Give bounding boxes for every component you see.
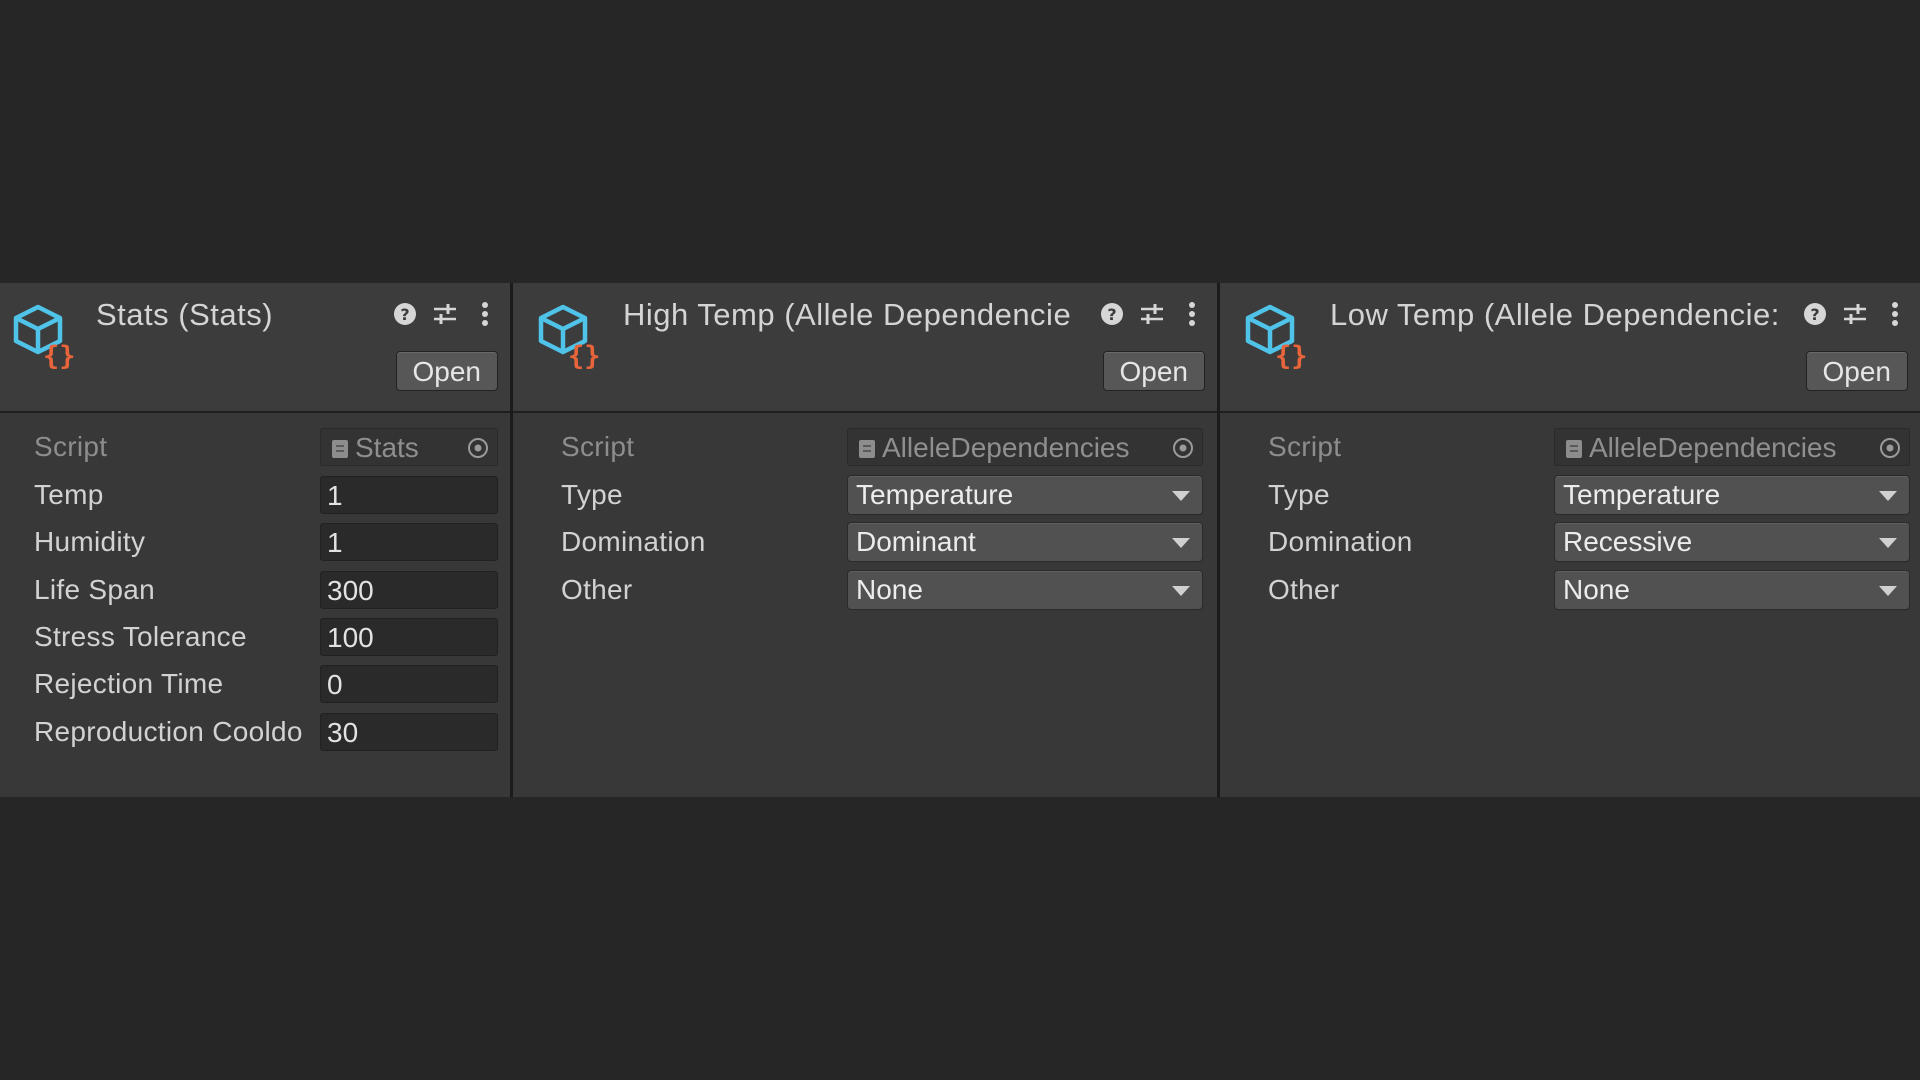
- field-row-stress-tolerance: Stress Tolerance 100: [0, 615, 510, 659]
- help-icon[interactable]: ?: [1099, 299, 1125, 329]
- inspector-header: {} Stats (Stats) ? Open: [0, 283, 510, 413]
- script-object-field[interactable]: Stats: [320, 428, 498, 466]
- type-dropdown[interactable]: Temperature: [1554, 475, 1910, 515]
- svg-text:?: ?: [400, 305, 409, 324]
- inspector-title: Low Temp (Allele Dependencie:: [1330, 297, 1780, 332]
- script-row: Script AlleleDependencies: [513, 425, 1217, 469]
- field-label: Humidity: [34, 526, 146, 557]
- inspector-strip: {} Stats (Stats) ? Open Script Stats Tem…: [0, 283, 1920, 797]
- type-dropdown[interactable]: Temperature: [847, 475, 1203, 515]
- inspector-body: Script AlleleDependencies Type Temperatu…: [513, 413, 1217, 797]
- open-button[interactable]: Open: [1805, 351, 1908, 391]
- scriptable-object-icon: {}: [538, 304, 601, 371]
- field-row-reproduction-cooldown: Reproduction Cooldo 30: [0, 710, 510, 754]
- svg-text:{}: {}: [43, 341, 76, 371]
- field-label: Script: [34, 431, 108, 462]
- dropdown-arrow-icon: [1172, 491, 1190, 501]
- field-label: Life Span: [34, 574, 156, 605]
- inspector-title: High Temp (Allele Dependencie: [623, 297, 1072, 332]
- inspector-title: Stats (Stats): [96, 297, 274, 332]
- svg-text:{}: {}: [1275, 341, 1308, 371]
- object-picker-icon[interactable]: [1879, 437, 1901, 459]
- domination-dropdown[interactable]: Recessive: [1554, 522, 1910, 562]
- field-label: Other: [561, 574, 633, 605]
- dropdown-row-other: Other None: [513, 568, 1217, 612]
- kebab-menu-icon[interactable]: [1179, 299, 1205, 329]
- object-picker-icon[interactable]: [1172, 437, 1194, 459]
- field-label: Other: [1268, 574, 1340, 605]
- other-dropdown[interactable]: None: [1554, 570, 1910, 610]
- script-object-field[interactable]: AlleleDependencies: [847, 428, 1203, 466]
- field-label: Type: [1268, 479, 1330, 510]
- field-label: Domination: [561, 526, 706, 557]
- svg-text:?: ?: [1810, 305, 1819, 324]
- open-button[interactable]: Open: [1102, 351, 1205, 391]
- field-label: Script: [561, 431, 635, 462]
- humidity-field[interactable]: 1: [320, 523, 498, 561]
- dropdown-arrow-icon: [1172, 538, 1190, 548]
- field-row-rejection-time: Rejection Time 0: [0, 662, 510, 706]
- field-row-temp: Temp 1: [0, 473, 510, 517]
- field-row-humidity: Humidity 1: [0, 520, 510, 564]
- kebab-menu-icon[interactable]: [1882, 299, 1908, 329]
- scriptable-object-icon: {}: [13, 304, 76, 371]
- reproduction-cooldown-field[interactable]: 30: [320, 713, 498, 751]
- inspector-panel-stats: {} Stats (Stats) ? Open Script Stats Tem…: [0, 283, 510, 797]
- svg-text:{}: {}: [568, 341, 601, 371]
- field-row-life-span: Life Span 300: [0, 568, 510, 612]
- inspector-body: Script AlleleDependencies Type Temperatu…: [1220, 413, 1920, 797]
- open-button[interactable]: Open: [395, 351, 498, 391]
- presets-icon[interactable]: [1842, 299, 1868, 329]
- object-picker-icon[interactable]: [467, 437, 489, 459]
- dropdown-row-type: Type Temperature: [513, 473, 1217, 517]
- stress-tolerance-field[interactable]: 100: [320, 618, 498, 656]
- inspector-body: Script Stats Temp 1 Humidity 1 Life Span…: [0, 413, 510, 797]
- dropdown-row-type: Type Temperature: [1220, 473, 1920, 517]
- script-file-icon: [1566, 440, 1582, 458]
- inspector-panel-low-temp: {} Low Temp (Allele Dependencie: ? Open …: [1220, 283, 1920, 797]
- field-label: Rejection Time: [34, 668, 224, 699]
- temp-field[interactable]: 1: [320, 476, 498, 514]
- field-label: Reproduction Cooldo: [34, 716, 303, 747]
- script-row: Script AlleleDependencies: [1220, 425, 1920, 469]
- rejection-time-field[interactable]: 0: [320, 665, 498, 703]
- dropdown-arrow-icon: [1172, 586, 1190, 596]
- svg-text:?: ?: [1107, 305, 1116, 324]
- presets-icon[interactable]: [432, 299, 458, 329]
- dropdown-arrow-icon: [1879, 491, 1897, 501]
- script-file-icon: [332, 440, 348, 458]
- scriptable-object-icon: {}: [1245, 304, 1308, 371]
- life-span-field[interactable]: 300: [320, 571, 498, 609]
- field-label: Stress Tolerance: [34, 621, 247, 652]
- script-file-icon: [859, 440, 875, 458]
- other-dropdown[interactable]: None: [847, 570, 1203, 610]
- field-label: Domination: [1268, 526, 1413, 557]
- inspector-panel-high-temp: {} High Temp (Allele Dependencie ? Open …: [513, 283, 1217, 797]
- field-label: Type: [561, 479, 623, 510]
- kebab-menu-icon[interactable]: [472, 299, 498, 329]
- presets-icon[interactable]: [1139, 299, 1165, 329]
- dropdown-row-domination: Domination Recessive: [1220, 520, 1920, 564]
- dropdown-row-other: Other None: [1220, 568, 1920, 612]
- field-label: Script: [1268, 431, 1342, 462]
- help-icon[interactable]: ?: [392, 299, 418, 329]
- dropdown-arrow-icon: [1879, 586, 1897, 596]
- domination-dropdown[interactable]: Dominant: [847, 522, 1203, 562]
- script-row: Script Stats: [0, 425, 510, 469]
- script-object-field[interactable]: AlleleDependencies: [1554, 428, 1910, 466]
- inspector-header: {} Low Temp (Allele Dependencie: ? Open: [1220, 283, 1920, 413]
- inspector-header: {} High Temp (Allele Dependencie ? Open: [513, 283, 1217, 413]
- dropdown-row-domination: Domination Dominant: [513, 520, 1217, 564]
- field-label: Temp: [34, 479, 104, 510]
- help-icon[interactable]: ?: [1802, 299, 1828, 329]
- dropdown-arrow-icon: [1879, 538, 1897, 548]
